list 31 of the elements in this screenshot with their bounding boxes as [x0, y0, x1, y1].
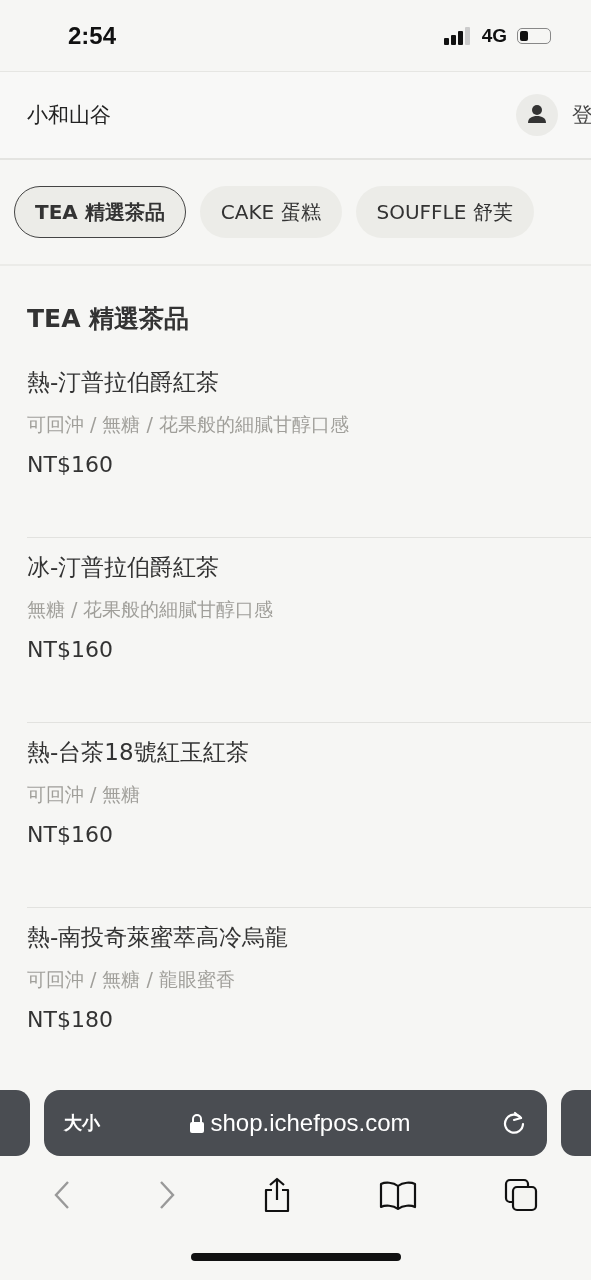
item-price: NT$160 [27, 822, 114, 847]
adjacent-tab[interactable] [561, 1090, 591, 1156]
item-name[interactable]: 熱-汀普拉伯爵紅茶 [27, 367, 591, 398]
category-tab[interactable]: CAKE 蛋糕 [199, 186, 342, 238]
shop-name: 小和山谷 [27, 102, 111, 129]
user-icon[interactable] [516, 94, 558, 136]
item-description: 可回沖 / 無糖 / 龍眼蜜香 [27, 967, 236, 992]
lock-icon [190, 1113, 205, 1133]
item-price: NT$160 [27, 452, 114, 477]
network-label: 4G [481, 24, 507, 47]
address-bar[interactable]: 大小 shop.ichefpos.com [44, 1090, 547, 1156]
item-name[interactable]: 熱-南投奇萊蜜萃高冷烏龍 [27, 922, 591, 953]
battery-icon [517, 27, 551, 44]
item-description: 無糖 / 花果般的細膩甘醇口感 [27, 597, 275, 622]
signal-icon [443, 26, 472, 45]
adjacent-tab[interactable] [0, 1090, 30, 1156]
category-tab[interactable]: SOUFFLE 舒芙 [355, 186, 534, 238]
reload-icon[interactable] [501, 1110, 527, 1136]
category-tab[interactable]: TEA 精選茶品 [14, 186, 186, 238]
item-description: 可回沖 / 無糖 / 花果般的細膩甘醇口感 [27, 412, 350, 437]
item-name[interactable]: 冰-汀普拉伯爵紅茶 [27, 552, 591, 583]
item-price: NT$180 [27, 1007, 114, 1032]
item-price: NT$160 [27, 637, 114, 662]
text-size-button[interactable]: 大小 [64, 1111, 100, 1135]
book-icon[interactable] [379, 1180, 418, 1210]
section-title: TEA 精選茶品 [27, 303, 191, 335]
url-text: shop.ichefpos.com [210, 1109, 411, 1137]
item-description: 可回沖 / 無糖 [27, 782, 142, 807]
item-name[interactable]: 熱-台茶18號紅玉紅茶 [27, 737, 591, 768]
status-time: 2:54 [68, 21, 117, 50]
tabs-icon[interactable] [503, 1178, 538, 1212]
